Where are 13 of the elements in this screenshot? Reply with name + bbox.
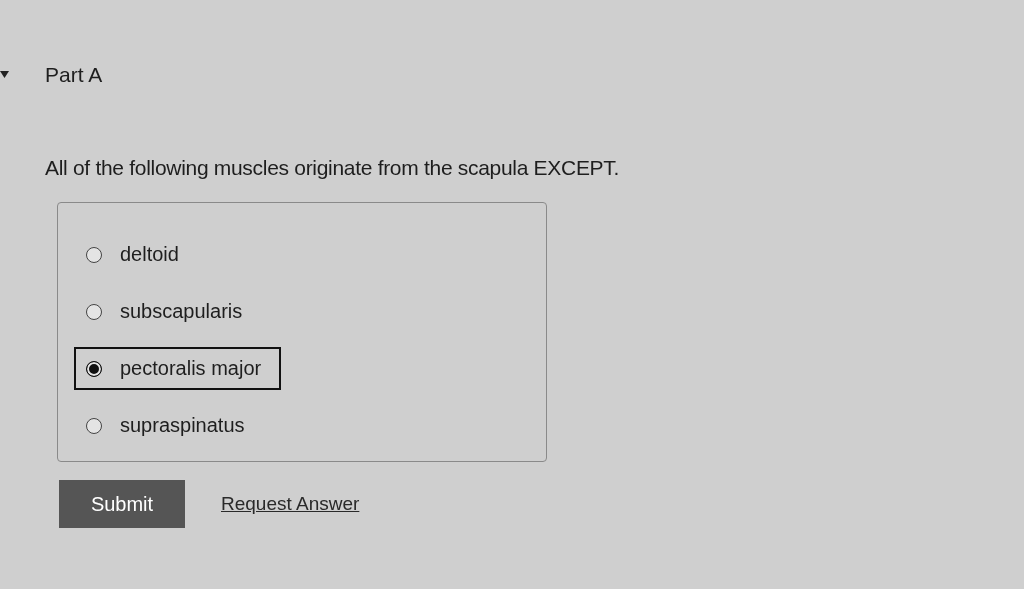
request-answer-link[interactable]: Request Answer [221, 493, 360, 515]
answer-option[interactable]: supraspinatus [74, 404, 257, 447]
caret-icon[interactable] [0, 71, 9, 79]
question-text: All of the following muscles originate from the scapula EXCEPT. [45, 156, 621, 180]
answer-option[interactable]: pectoralis major [74, 347, 282, 390]
radio-icon [86, 417, 102, 434]
radio-icon [86, 360, 102, 377]
answer-option[interactable]: subscapularis [74, 290, 255, 333]
part-title: Part A [45, 63, 103, 87]
answer-option[interactable]: deltoid [74, 233, 191, 276]
submit-button[interactable]: Submit [59, 480, 185, 528]
radio-icon [86, 246, 102, 263]
radio-icon [86, 303, 102, 320]
